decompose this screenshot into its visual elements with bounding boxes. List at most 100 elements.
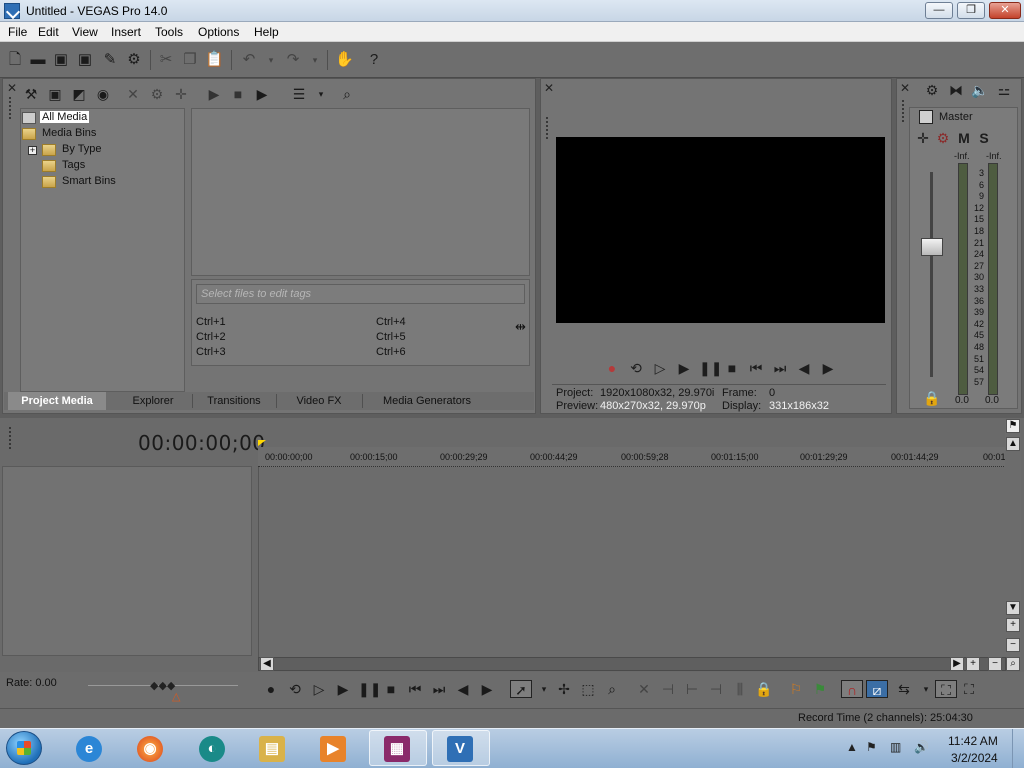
mixer-settings-icon[interactable]: ⚍ xyxy=(995,81,1013,99)
mixer-properties-gear-icon[interactable]: ⚙ xyxy=(923,81,941,99)
fader-lock-icon[interactable]: 🔒 xyxy=(923,389,941,407)
lock-icon[interactable]: 🔒 xyxy=(755,680,773,698)
views-dropdown-icon[interactable]: ▾ xyxy=(312,85,330,103)
close-preview-icon[interactable]: ✕ xyxy=(544,81,554,95)
master-fx-icon[interactable]: ⚙ xyxy=(934,129,952,147)
master-bypass-checkbox[interactable] xyxy=(919,110,933,124)
zoom-tool-icon[interactable]: ⌕ xyxy=(1006,657,1020,671)
new-project-icon[interactable]: 🗋 xyxy=(6,51,24,69)
menu-options[interactable]: Options xyxy=(198,25,239,39)
trim-end-icon[interactable]: ⊣ xyxy=(707,680,725,698)
solo-button[interactable]: S xyxy=(975,129,993,147)
go-to-start-button[interactable]: ⏮ xyxy=(406,680,424,698)
menu-insert[interactable]: Insert xyxy=(111,25,141,39)
previous-frame-icon[interactable]: ◀ xyxy=(795,359,813,377)
get-media-icon[interactable]: ◩ xyxy=(70,85,88,103)
minimize-button[interactable]: — xyxy=(925,2,953,19)
loop-playback-button[interactable]: ⟲ xyxy=(286,680,304,698)
action-center-flag-icon[interactable]: ⚑ xyxy=(866,740,877,754)
bus-insert-icon[interactable]: ✛ xyxy=(914,129,932,147)
stop-icon[interactable]: ■ xyxy=(229,85,247,103)
enable-snapping-icon[interactable]: ∩ xyxy=(841,680,863,698)
split-icon[interactable]: ⫼ xyxy=(731,680,749,698)
maximize-button[interactable]: ❐ xyxy=(957,2,985,19)
clock-time[interactable]: 11:42 AM xyxy=(948,734,998,748)
panel-grip[interactable] xyxy=(8,96,12,120)
cut-icon[interactable]: ✂ xyxy=(157,51,175,69)
normal-edit-tool-icon[interactable]: ➚ xyxy=(510,680,532,698)
auto-ripple-icon[interactable]: ⧄ xyxy=(866,680,888,698)
menu-help[interactable]: Help xyxy=(254,25,279,39)
tag-edit-input[interactable]: Select files to edit tags xyxy=(196,284,525,304)
marker-flag-icon[interactable]: ⚑ xyxy=(1006,419,1020,433)
views-icon[interactable]: ☰ xyxy=(290,85,308,103)
menu-edit[interactable]: Edit xyxy=(38,25,59,39)
open-icon[interactable]: ▬ xyxy=(29,51,47,69)
insert-region-icon[interactable]: ⚑ xyxy=(811,680,829,698)
go-to-start-icon[interactable]: ⏮ xyxy=(747,359,765,377)
stop-button[interactable]: ■ xyxy=(382,680,400,698)
edit-tool-dropdown-icon[interactable]: ▾ xyxy=(535,680,553,698)
redo-icon[interactable]: ↷ xyxy=(284,51,302,69)
render-as-icon[interactable]: ✎ xyxy=(101,51,119,69)
timeline-tracks[interactable] xyxy=(258,467,1005,657)
next-frame-button[interactable]: ▶ xyxy=(478,680,496,698)
menu-tools[interactable]: Tools xyxy=(155,25,183,39)
stop-icon[interactable]: ■ xyxy=(723,359,741,377)
zoom-out-horizontal-icon[interactable]: − xyxy=(988,657,1002,671)
expand-by-type-icon[interactable]: + xyxy=(28,146,37,155)
ignore-event-grouping-icon[interactable]: ⛶ xyxy=(960,680,978,698)
play-from-start-button[interactable]: ▷ xyxy=(310,680,328,698)
insert-marker-icon[interactable]: ⚐ xyxy=(787,680,805,698)
undo-icon[interactable]: ↶ xyxy=(240,51,258,69)
previous-frame-button[interactable]: ◀ xyxy=(454,680,472,698)
close-button[interactable]: ✕ xyxy=(989,2,1021,19)
clock-date[interactable]: 3/2/2024 xyxy=(951,751,998,765)
go-to-end-icon[interactable]: ⏭ xyxy=(771,359,789,377)
import-media-icon[interactable]: ⚒ xyxy=(22,85,40,103)
zoom-out-vertical-icon[interactable]: − xyxy=(1006,638,1020,652)
internet-explorer-icon[interactable]: e xyxy=(76,736,102,762)
close-panel-icon[interactable]: ✕ xyxy=(7,81,17,95)
capture-video-icon[interactable]: ▣ xyxy=(46,85,64,103)
chat-app-icon[interactable]: ◐ xyxy=(199,736,225,762)
network-icon[interactable]: ▥ xyxy=(890,740,901,754)
crossfade-dropdown-icon[interactable]: ▾ xyxy=(917,680,935,698)
downmix-icon[interactable]: ⧓ xyxy=(947,81,965,99)
timeline-grip[interactable] xyxy=(8,426,12,450)
close-mixer-icon[interactable]: ✕ xyxy=(900,81,910,95)
remove-icon[interactable]: ✕ xyxy=(124,85,142,103)
scroll-right-icon[interactable]: ▶ xyxy=(950,657,964,671)
play-icon[interactable]: ▶ xyxy=(205,85,223,103)
trim-start-icon[interactable]: ⊢ xyxy=(683,680,701,698)
file-explorer-icon[interactable]: ▤ xyxy=(259,736,285,762)
properties-gear-icon[interactable]: ⚙ xyxy=(125,51,143,69)
show-desktop-button[interactable] xyxy=(1012,729,1024,768)
redo-dropdown-icon[interactable]: ▾ xyxy=(306,51,324,69)
paste-icon[interactable]: 📋 xyxy=(205,51,224,69)
pause-icon[interactable]: ❚❚ xyxy=(699,359,722,377)
next-frame-icon[interactable]: ▶ xyxy=(819,359,837,377)
envelope-tool-icon[interactable]: ✢ xyxy=(555,680,573,698)
scroll-up-icon[interactable]: ▲ xyxy=(1006,437,1020,451)
play-from-start-icon[interactable]: ▷ xyxy=(651,359,669,377)
zoom-in-horizontal-icon[interactable]: + xyxy=(966,657,980,671)
save-icon[interactable]: ▣ xyxy=(52,51,70,69)
tab-video-fx[interactable]: Video FX xyxy=(278,392,360,410)
copy-icon[interactable]: ❐ xyxy=(181,51,199,69)
save-as-icon[interactable]: ▣ xyxy=(76,51,94,69)
track-list-header[interactable] xyxy=(2,466,252,656)
tab-project-media[interactable]: Project Media xyxy=(8,392,106,410)
crossfade-icon[interactable]: ⇆ xyxy=(895,680,913,698)
mute-button[interactable]: M xyxy=(955,129,973,147)
show-hidden-icons-icon[interactable]: ▲ xyxy=(846,740,858,754)
menu-view[interactable]: View xyxy=(72,25,98,39)
whats-this-help-icon[interactable]: ? xyxy=(365,51,383,69)
menu-file[interactable]: File xyxy=(8,25,27,39)
play-button[interactable]: ▶ xyxy=(334,680,352,698)
record-icon[interactable]: ● xyxy=(603,359,621,377)
enable-snapping-icon[interactable]: ✋ xyxy=(335,51,354,69)
auto-preview-play-icon[interactable]: ▶ xyxy=(253,85,271,103)
tab-media-generators[interactable]: Media Generators xyxy=(364,392,490,410)
zoom-edit-tool-icon[interactable]: ⌕ xyxy=(603,680,621,698)
